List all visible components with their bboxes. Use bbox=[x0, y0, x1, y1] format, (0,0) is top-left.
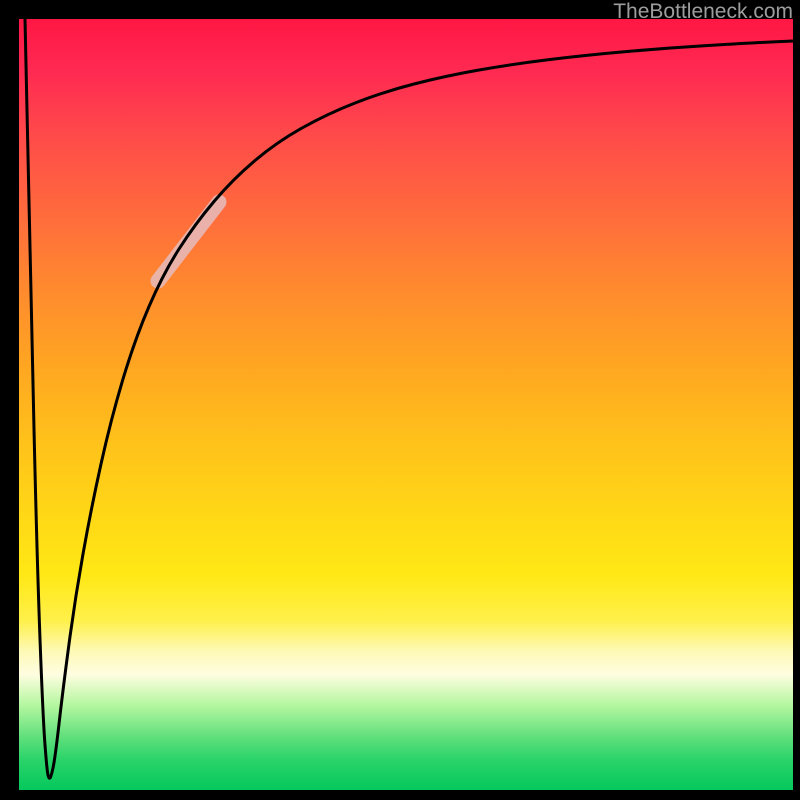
plot-area bbox=[19, 19, 793, 790]
chart-container: TheBottleneck.com bbox=[0, 0, 800, 800]
highlight-segment bbox=[158, 202, 219, 281]
curve-layer bbox=[19, 19, 793, 790]
main-curve bbox=[25, 19, 793, 778]
attribution-text: TheBottleneck.com bbox=[613, 0, 793, 24]
